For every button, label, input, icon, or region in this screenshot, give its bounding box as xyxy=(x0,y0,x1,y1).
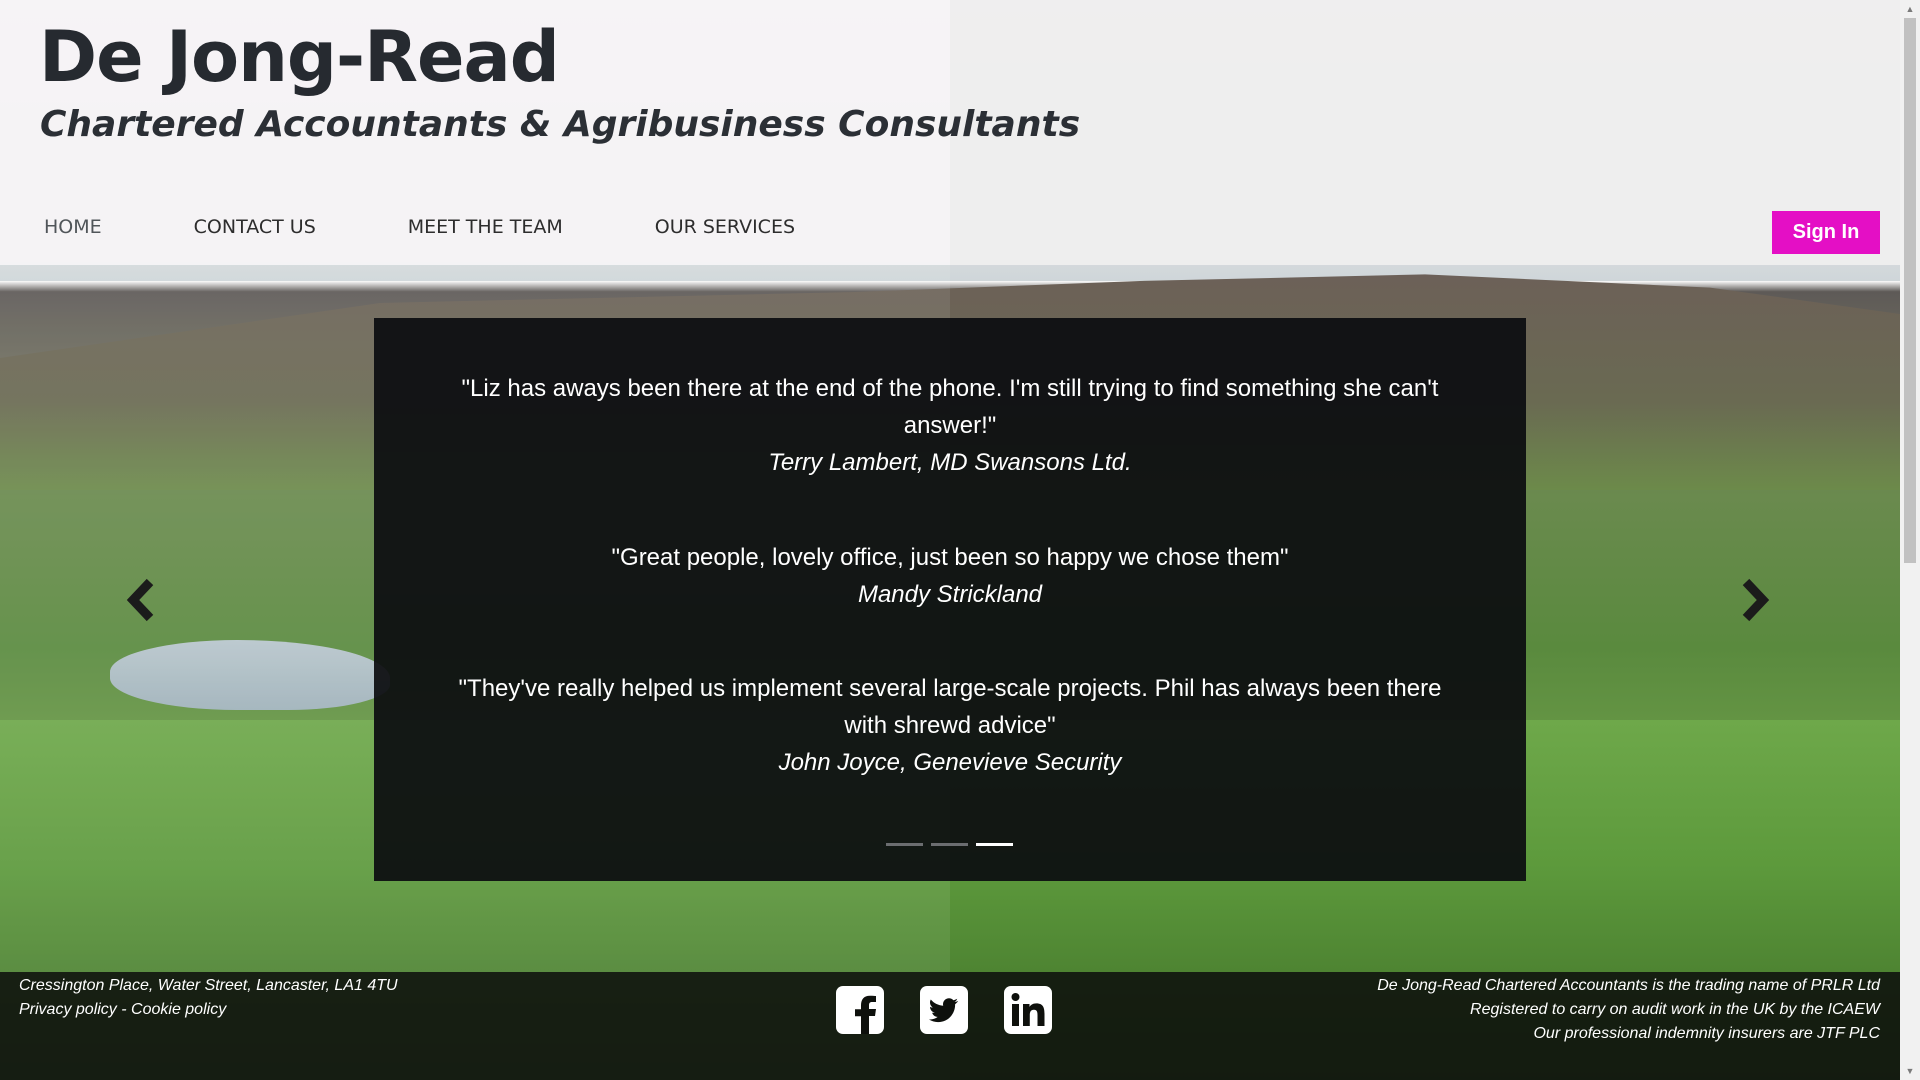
nav-home[interactable]: HOME xyxy=(44,216,102,238)
legal-line: Our professional indemnity insurers are … xyxy=(1533,1025,1880,1042)
nav-our-services[interactable]: OUR SERVICES xyxy=(655,216,795,238)
testimonial-author: Terry Lambert, MD Swansons Ltd. xyxy=(768,449,1132,476)
site-tagline: Chartered Accountants & Agribusiness Con… xyxy=(40,104,1081,145)
linkedin-link[interactable] xyxy=(1004,986,1052,1034)
testimonial-quote: "Liz has aways been there at the end of … xyxy=(461,375,1439,439)
social-links xyxy=(836,986,1052,1035)
testimonial-quote: "They've really helped us implement seve… xyxy=(458,675,1442,739)
vertical-scrollbar[interactable]: ▲ ▼ xyxy=(1900,0,1920,1080)
carousel-prev-button[interactable] xyxy=(126,578,156,622)
main-nav: HOME CONTACT US MEET THE TEAM OUR SERVIC… xyxy=(44,216,887,238)
chevron-left-icon xyxy=(126,578,154,622)
linkedin-icon xyxy=(1004,986,1052,1034)
footer-contact: Cressington Place, Water Street, Lancast… xyxy=(19,974,398,1022)
testimonial-carousel: "Liz has aways been there at the end of … xyxy=(374,318,1526,881)
header-right-tone xyxy=(950,0,1900,265)
site-footer: Cressington Place, Water Street, Lancast… xyxy=(0,972,1900,1080)
testimonial-item: "They've really helped us implement seve… xyxy=(434,670,1466,781)
carousel-indicators xyxy=(886,843,1013,846)
footer-link-separator: - xyxy=(116,1001,132,1018)
footer-policy-links: Privacy policy - Cookie policy xyxy=(19,998,398,1022)
testimonial-quote: "Great people, lovely office, just been … xyxy=(611,544,1289,571)
facebook-link[interactable] xyxy=(836,986,884,1035)
site-title[interactable]: De Jong-Read xyxy=(39,16,560,98)
facebook-icon xyxy=(836,986,884,1035)
carousel-indicator-2[interactable] xyxy=(931,843,968,846)
scrollbar-thumb[interactable] xyxy=(1904,18,1916,563)
testimonial-author: Mandy Strickland xyxy=(857,581,1043,608)
testimonial-item: "Great people, lovely office, just been … xyxy=(434,539,1466,613)
scroll-up-arrow-icon[interactable]: ▲ xyxy=(1900,0,1920,18)
scroll-down-arrow-icon[interactable]: ▼ xyxy=(1900,1062,1920,1080)
testimonial-author: John Joyce, Genevieve Security xyxy=(778,749,1122,776)
carousel-indicator-3[interactable] xyxy=(976,843,1013,846)
footer-address: Cressington Place, Water Street, Lancast… xyxy=(19,977,398,994)
legal-line: De Jong-Read Chartered Accountants is th… xyxy=(1377,977,1880,994)
sign-in-button[interactable]: Sign In xyxy=(1772,211,1880,254)
carousel-next-button[interactable] xyxy=(1740,578,1770,622)
footer-legal: De Jong-Read Chartered Accountants is th… xyxy=(1377,974,1880,1046)
twitter-link[interactable] xyxy=(920,986,968,1034)
site-header: De Jong-Read Chartered Accountants & Agr… xyxy=(0,0,1900,265)
privacy-policy-link[interactable]: Privacy policy xyxy=(19,1001,117,1018)
nav-meet-the-team[interactable]: MEET THE TEAM xyxy=(408,216,563,238)
chevron-right-icon xyxy=(1742,578,1770,622)
nav-contact-us[interactable]: CONTACT US xyxy=(194,216,316,238)
cookie-policy-link[interactable]: Cookie policy xyxy=(131,1001,226,1018)
carousel-indicator-1[interactable] xyxy=(886,843,923,846)
legal-line: Registered to carry on audit work in the… xyxy=(1470,1001,1880,1018)
twitter-icon xyxy=(920,986,968,1034)
testimonial-item: "Liz has aways been there at the end of … xyxy=(434,370,1466,481)
